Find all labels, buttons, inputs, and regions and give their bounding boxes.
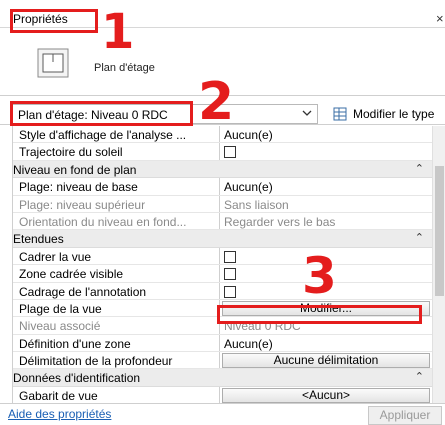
annotation-box-selector (10, 101, 193, 126)
property-value: Sans liaison (224, 197, 289, 212)
property-row[interactable]: Cadrage de l'annotation (13, 282, 432, 300)
property-label: Orientation du niveau en fond... (19, 214, 187, 229)
property-value: Aucun(e) (224, 336, 273, 351)
property-value-cell[interactable]: Aucun(e) (219, 334, 432, 352)
property-label: Plage: niveau de base (19, 180, 138, 195)
property-label: Plage: niveau supérieur (19, 197, 146, 212)
property-label: Niveau associé (19, 319, 101, 334)
annotation-crop-checkbox[interactable] (224, 285, 236, 298)
property-row[interactable]: Délimitation de la profondeur Aucune dél… (13, 352, 432, 370)
property-row[interactable]: Zone cadrée visible (13, 265, 432, 283)
group-header-underlay[interactable]: Niveau en fond de plan ⌃ (13, 160, 432, 179)
property-row[interactable]: Définition d'une zone Aucun(e) (13, 334, 432, 353)
properties-footer: Aide des propriétés Appliquer (0, 403, 445, 425)
apply-button[interactable]: Appliquer (368, 406, 442, 425)
property-label: Trajectoire du soleil (19, 145, 123, 160)
property-value: Aucun(e) (224, 180, 273, 195)
close-icon[interactable]: × (436, 11, 444, 26)
property-label: Plage de la vue (19, 301, 102, 316)
sun-path-checkbox[interactable] (224, 146, 236, 159)
group-header-identity[interactable]: Données d'identification ⌃ (13, 369, 432, 387)
property-grid: Style d'affichage de l'analyse ... Aucun… (12, 126, 432, 403)
annotation-number-1: 1 (101, 4, 135, 60)
floor-plan-icon (37, 48, 69, 78)
property-value-cell: Sans liaison (219, 195, 432, 212)
crop-view-checkbox[interactable] (224, 250, 236, 263)
property-row[interactable]: Gabarit de vue <Aucun> (13, 386, 432, 403)
property-row: Plage: niveau supérieur Sans liaison (13, 195, 432, 213)
collapse-icon[interactable]: ⌃ (415, 162, 424, 175)
property-row[interactable]: Plage: niveau de base Aucun(e) (13, 178, 432, 196)
property-row[interactable]: Cadrer la vue (13, 247, 432, 266)
crop-region-visible-checkbox[interactable] (224, 268, 236, 281)
property-row[interactable]: Trajectoire du soleil (13, 143, 432, 161)
property-row: Orientation du niveau en fond... Regarde… (13, 212, 432, 231)
group-label: Niveau en fond de plan (13, 162, 137, 177)
property-label: Cadrer la vue (19, 249, 92, 264)
type-name: Plan d'étage (94, 62, 155, 74)
collapse-icon[interactable]: ⌃ (415, 370, 424, 383)
property-label: Style d'affichage de l'analyse ... (19, 128, 187, 142)
property-value-cell[interactable]: Aucun(e) (219, 178, 432, 195)
annotation-number-3: 3 (302, 247, 337, 305)
scroll-thumb[interactable] (435, 166, 444, 296)
property-label: Gabarit de vue (19, 388, 98, 403)
view-template-button[interactable]: <Aucun> (222, 387, 430, 403)
edit-type-button[interactable]: Modifier le type (323, 104, 445, 124)
property-value-cell (219, 143, 432, 160)
property-value-cell: <Aucun> (219, 386, 432, 403)
edit-type-icon (333, 107, 347, 121)
group-label: Etendues (13, 232, 64, 247)
properties-help-link[interactable]: Aide des propriétés (8, 407, 111, 421)
property-value-cell: Regarder vers le bas (219, 212, 432, 230)
annotation-box-view-range (217, 305, 422, 324)
edit-type-label: Modifier le type (353, 107, 435, 121)
chevron-down-icon (302, 110, 312, 116)
property-value-cell[interactable]: Aucun(e) (219, 126, 432, 143)
property-label: Cadrage de l'annotation (19, 284, 147, 299)
annotation-number-2: 2 (198, 72, 235, 132)
property-grid-scrollbar[interactable] (432, 126, 445, 403)
property-value-cell: Aucune délimitation (219, 352, 432, 369)
group-label: Données d'identification (13, 371, 141, 386)
property-label: Délimitation de la profondeur (19, 354, 173, 369)
property-value: Regarder vers le bas (224, 214, 336, 229)
collapse-icon[interactable]: ⌃ (415, 231, 424, 244)
depth-clipping-button[interactable]: Aucune délimitation (222, 353, 430, 369)
property-label: Zone cadrée visible (19, 267, 124, 282)
annotation-box-title (10, 9, 98, 33)
group-header-extents[interactable]: Etendues ⌃ (13, 230, 432, 248)
property-label: Définition d'une zone (19, 336, 131, 351)
